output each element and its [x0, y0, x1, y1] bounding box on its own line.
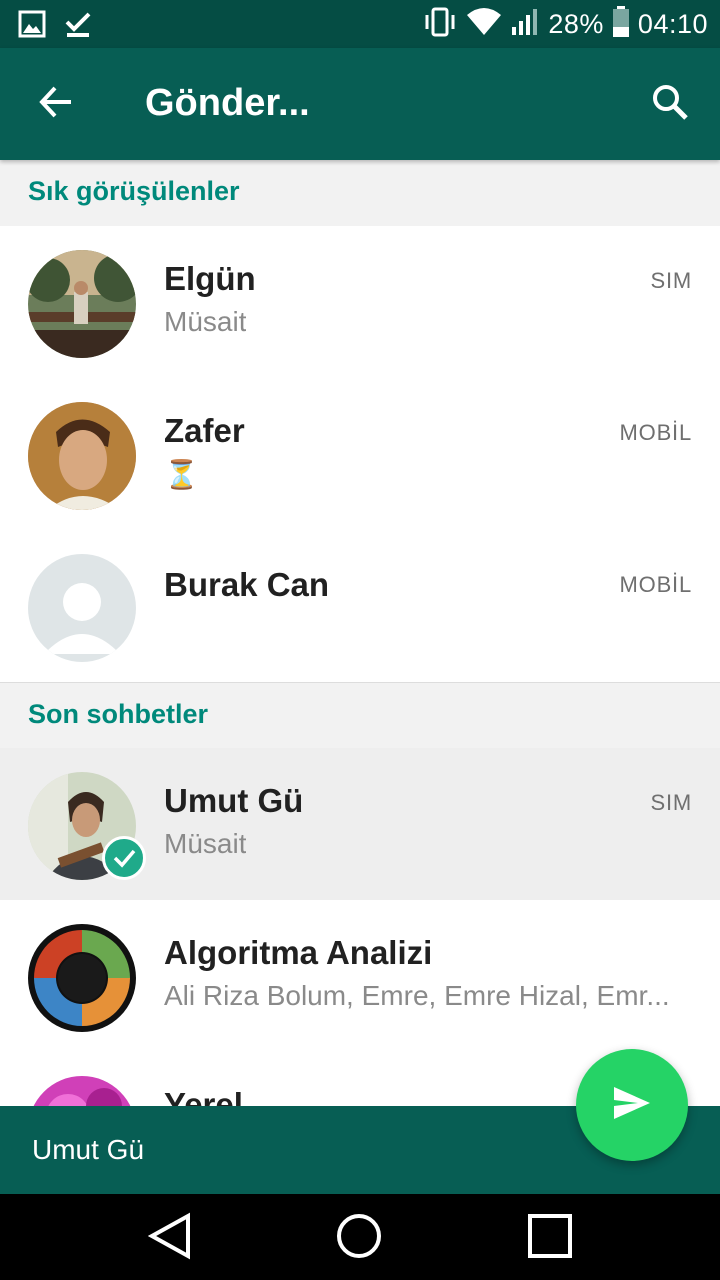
- contact-name: Zafer: [164, 412, 245, 449]
- search-icon: [651, 83, 689, 126]
- nav-back-button[interactable]: [140, 1208, 200, 1268]
- contact-row-zafer[interactable]: Zafer ⏳ MOBİL: [0, 378, 720, 530]
- contact-name: Burak Can: [164, 566, 330, 603]
- wifi-icon: [466, 7, 502, 42]
- section-header-recent: Son sohbetler: [0, 683, 720, 749]
- send-icon: [612, 1085, 652, 1126]
- status-bar: 28% 04:10: [0, 0, 720, 48]
- group-members: Ali Riza Bolum, Emre, Emre Hizal, Emr...: [164, 980, 670, 1011]
- section-title-recent: Son sohbetler: [28, 699, 209, 729]
- arrow-back-icon: [38, 84, 74, 125]
- signal-icon: [510, 7, 540, 42]
- avatar: [28, 250, 136, 358]
- selected-check-icon: [102, 836, 146, 880]
- group-avatar: [28, 924, 136, 1032]
- section-header-frequent: Sık görüşülenler: [0, 160, 720, 226]
- contact-row-burak-can[interactable]: Burak Can MOBİL: [0, 530, 720, 682]
- contact-name: Umut Gü: [164, 782, 304, 819]
- nav-recents-button[interactable]: [520, 1208, 580, 1268]
- contact-row-elgun[interactable]: Elgün Müsait SIM: [0, 226, 720, 378]
- app-bar: Gönder...: [0, 48, 720, 160]
- group-row-algoritma-analizi[interactable]: Algoritma Analizi Ali Riza Bolum, Emre, …: [0, 900, 720, 1052]
- battery-percent: 28%: [548, 8, 604, 39]
- battery-icon: [612, 5, 630, 43]
- contact-status: ⏳: [164, 459, 199, 490]
- clock: 04:10: [637, 8, 708, 39]
- contact-row-umut-gu[interactable]: Umut Gü Müsait SIM: [0, 748, 720, 900]
- selected-recipients-text: Umut Gü: [32, 1134, 145, 1165]
- nav-home-icon: [336, 1213, 382, 1264]
- nav-back-icon: [147, 1212, 192, 1265]
- nav-home-button[interactable]: [329, 1208, 389, 1268]
- send-button[interactable]: [576, 1049, 688, 1161]
- phone-type-label: SIM: [650, 790, 692, 815]
- vibrate-icon: [422, 7, 458, 42]
- phone-type-label: SIM: [650, 268, 692, 293]
- search-button[interactable]: [636, 70, 704, 138]
- download-done-icon: [64, 10, 92, 43]
- avatar: [28, 402, 136, 510]
- section-title-frequent: Sık görüşülenler: [28, 176, 240, 206]
- navigation-bar: [0, 1194, 720, 1280]
- phone-type-label: MOBİL: [619, 420, 692, 445]
- contact-name: Elgün: [164, 260, 256, 297]
- group-name: Algoritma Analizi: [164, 934, 433, 971]
- back-button[interactable]: [24, 72, 88, 136]
- nav-recents-icon: [528, 1213, 572, 1263]
- phone-type-label: MOBİL: [619, 572, 692, 597]
- gallery-notification-icon: [18, 10, 46, 43]
- default-avatar-icon: [28, 554, 136, 662]
- contact-status: Müsait: [164, 306, 247, 337]
- page-title: Gönder...: [145, 82, 310, 124]
- contact-status: Müsait: [164, 828, 247, 859]
